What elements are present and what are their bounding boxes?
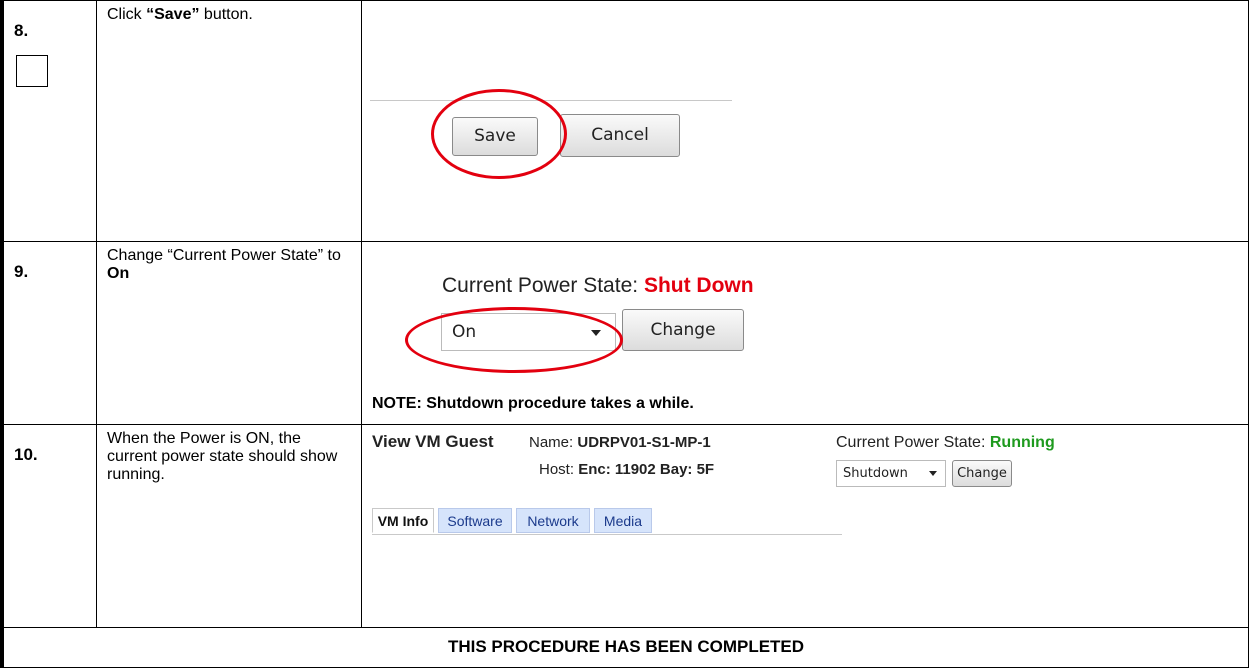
power-state-row: Current Power State: Shut Down bbox=[442, 274, 754, 298]
tab-network[interactable]: Network bbox=[516, 508, 590, 533]
chevron-down-icon bbox=[929, 471, 937, 476]
vm-tabs: VM Info Software Network Media bbox=[372, 508, 842, 535]
change-button[interactable]: Change bbox=[622, 309, 744, 351]
power-state-row: Current Power State: Running bbox=[836, 434, 1055, 452]
instruction-emphasis: “Save” bbox=[146, 6, 200, 23]
screenshot-area: View VM Guest Name: UDRPV01-S1-MP-1 Host… bbox=[362, 425, 1248, 627]
name-label: Name: bbox=[529, 434, 574, 451]
instruction-text: When the Power is ON, the current power … bbox=[107, 430, 338, 483]
host-label: Host: bbox=[539, 461, 575, 478]
change-button[interactable]: Change bbox=[952, 460, 1012, 487]
step-instruction: Click “Save” button. bbox=[96, 0, 362, 242]
vm-host-row: Host: Enc: 11902 Bay: 5F bbox=[539, 461, 714, 478]
procedure-page: 8. Click “Save” button. Save Cancel 9. C… bbox=[0, 0, 1251, 668]
step-number-cell: 10. bbox=[3, 424, 97, 628]
tab-software[interactable]: Software bbox=[438, 508, 512, 533]
step-instruction: Change “Current Power State” to On bbox=[96, 241, 362, 425]
divider-line bbox=[370, 100, 732, 101]
step-row-10: 10. When the Power is ON, the current po… bbox=[3, 424, 1249, 628]
power-state-value: Shut Down bbox=[643, 274, 754, 297]
power-action-select[interactable]: Shutdown bbox=[836, 460, 946, 487]
step-row-8: 8. Click “Save” button. Save Cancel bbox=[3, 0, 1249, 242]
instruction-text: Change “Current Power State” to bbox=[107, 247, 341, 264]
step-number-cell: 9. bbox=[3, 241, 97, 425]
note-text: NOTE: Shutdown procedure takes a while. bbox=[372, 395, 694, 412]
cancel-button[interactable]: Cancel bbox=[560, 114, 680, 157]
step-screenshot: Current Power State: Shut Down On Change… bbox=[361, 241, 1249, 425]
step-number: 9. bbox=[14, 262, 29, 281]
step-screenshot: View VM Guest Name: UDRPV01-S1-MP-1 Host… bbox=[361, 424, 1249, 628]
step-row-9: 9. Change “Current Power State” to On Cu… bbox=[3, 241, 1249, 425]
instruction-text: Click bbox=[107, 6, 147, 23]
screenshot-area: Save Cancel bbox=[362, 1, 1248, 241]
step-instruction: When the Power is ON, the current power … bbox=[96, 424, 362, 628]
host-value: Enc: 11902 Bay: 5F bbox=[578, 461, 715, 478]
power-state-label: Current Power State: bbox=[442, 274, 639, 297]
instruction-emphasis: On bbox=[107, 265, 130, 282]
highlight-ellipse bbox=[431, 89, 567, 179]
tab-vm-info[interactable]: VM Info bbox=[372, 508, 434, 533]
highlight-ellipse bbox=[405, 307, 623, 373]
name-value: UDRPV01-S1-MP-1 bbox=[577, 434, 711, 451]
step-number-cell: 8. bbox=[3, 0, 97, 242]
tab-media[interactable]: Media bbox=[594, 508, 652, 533]
vm-guest-title: View VM Guest bbox=[372, 432, 494, 451]
step-number: 8. bbox=[14, 21, 29, 40]
step-checkbox[interactable] bbox=[16, 55, 48, 87]
power-state-label: Current Power State: bbox=[836, 434, 986, 451]
procedure-table: 8. Click “Save” button. Save Cancel 9. C… bbox=[3, 0, 1249, 668]
select-value: Shutdown bbox=[843, 466, 908, 481]
screenshot-area: Current Power State: Shut Down On Change… bbox=[362, 242, 1248, 424]
step-number: 10. bbox=[14, 445, 38, 464]
procedure-complete-banner: THIS PROCEDURE HAS BEEN COMPLETED bbox=[3, 627, 1249, 668]
step-screenshot: Save Cancel bbox=[361, 0, 1249, 242]
footer-row: THIS PROCEDURE HAS BEEN COMPLETED bbox=[3, 627, 1249, 668]
power-state-value: Running bbox=[989, 434, 1055, 451]
instruction-text-end: button. bbox=[199, 6, 253, 23]
vm-name-row: Name: UDRPV01-S1-MP-1 bbox=[529, 434, 711, 451]
